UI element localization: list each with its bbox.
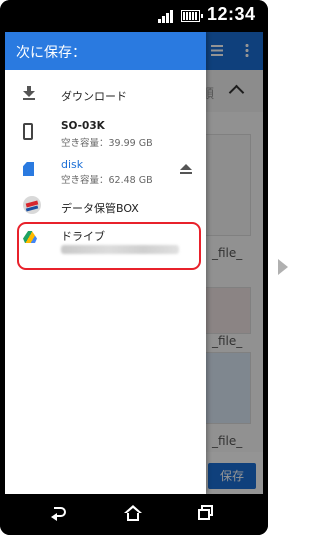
location-item-download[interactable]: ダウンロード bbox=[5, 82, 206, 108]
location-item-data-box[interactable]: データ保管BOX bbox=[5, 194, 206, 220]
location-label: disk bbox=[61, 158, 84, 171]
save-location-drawer: 次に保存： ダウンロード SO-03K 空き容量：39.99 GB disk 空… bbox=[5, 32, 206, 494]
home-icon[interactable] bbox=[124, 505, 142, 521]
location-label: データ保管BOX bbox=[61, 202, 139, 215]
signal-icon bbox=[158, 9, 176, 23]
location-item-google-drive[interactable]: ドライブ bbox=[5, 228, 206, 264]
blurred-account-email bbox=[61, 245, 179, 254]
status-bar: 12:34 bbox=[0, 0, 268, 32]
drawer-header: 次に保存： bbox=[5, 32, 206, 70]
sd-card-icon bbox=[23, 162, 34, 176]
recent-apps-icon[interactable] bbox=[198, 505, 213, 520]
battery-icon bbox=[181, 10, 203, 22]
free-space: 空き容量：39.99 GB bbox=[61, 138, 153, 149]
location-item-internal-storage[interactable]: SO-03K 空き容量：39.99 GB bbox=[5, 118, 206, 150]
download-icon bbox=[23, 86, 35, 100]
location-label: SO-03K bbox=[61, 120, 105, 132]
phone-icon bbox=[23, 123, 33, 140]
free-space: 空き容量：62.48 GB bbox=[61, 175, 153, 186]
drawer-title: 次に保存： bbox=[16, 45, 86, 61]
app-screen: 順 _file_ _file_ _file_ 保存 次に保存： ダウンロード S… bbox=[5, 32, 263, 494]
navigation-bar bbox=[0, 494, 268, 535]
data-box-icon bbox=[23, 196, 41, 214]
google-drive-icon bbox=[23, 231, 37, 243]
location-label: ダウンロード bbox=[61, 90, 127, 103]
location-label: ドライブ bbox=[61, 230, 105, 243]
status-time: 12:34 bbox=[207, 4, 256, 24]
location-item-sd-card[interactable]: disk 空き容量：62.48 GB bbox=[5, 157, 206, 189]
eject-icon[interactable] bbox=[180, 164, 192, 175]
next-step-arrow-icon bbox=[278, 259, 288, 275]
back-icon[interactable] bbox=[51, 507, 68, 521]
phone-frame: 12:34 順 _file_ _file_ _file_ 保存 次に保存： ダウ… bbox=[0, 0, 268, 535]
